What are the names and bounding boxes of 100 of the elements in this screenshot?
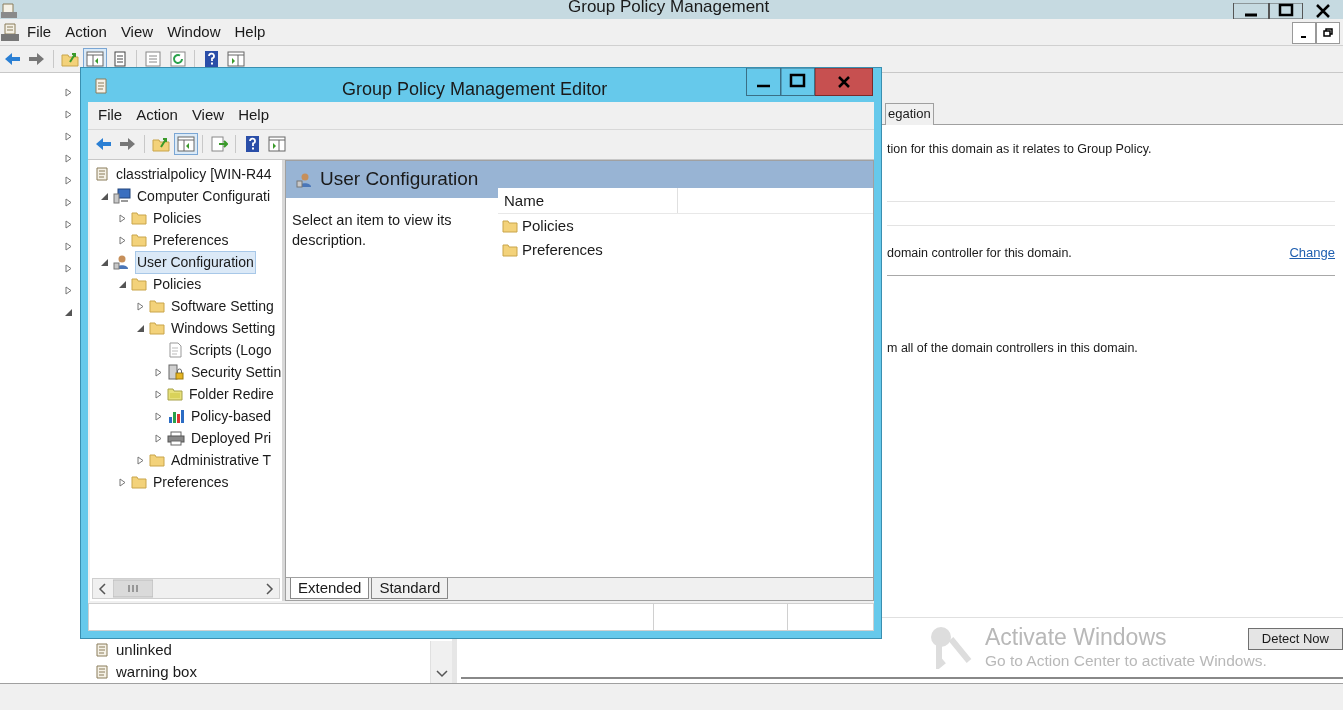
expand-arrow-icon[interactable]	[64, 153, 73, 163]
expand-arrow-icon[interactable]	[136, 301, 145, 311]
scroll-icon	[94, 642, 110, 658]
menu-item[interactable]: Window	[160, 21, 228, 44]
maximize-icon[interactable]	[781, 68, 815, 96]
list-item[interactable]: Policies	[522, 214, 574, 238]
scroll-icon	[93, 77, 109, 95]
expand-arrow-icon[interactable]	[64, 285, 73, 295]
tree-item[interactable]: Policy-based	[189, 404, 274, 428]
folder-icon	[131, 475, 147, 489]
help-icon	[202, 50, 220, 68]
tree-item[interactable]: Computer Configurati	[135, 184, 273, 208]
tab[interactable]: Extended	[290, 578, 370, 599]
tree-item[interactable]: Scripts (Logo	[187, 338, 274, 362]
server-lock-icon	[167, 364, 185, 380]
description-text: domain controller for this domain.	[887, 244, 1072, 262]
action-pane-icon	[227, 50, 245, 68]
expand-arrow-icon[interactable]	[154, 367, 163, 377]
tab[interactable]: Standard	[371, 578, 449, 599]
collapse-arrow-icon[interactable]	[118, 279, 127, 289]
collapse-arrow-icon[interactable]	[100, 257, 109, 267]
user-icon	[113, 254, 131, 270]
printer-icon	[167, 430, 185, 446]
computer-icon	[113, 188, 131, 204]
export-list-icon	[210, 134, 228, 153]
expand-arrow-icon[interactable]	[154, 411, 163, 421]
minimize-icon[interactable]	[1233, 3, 1269, 19]
menu-item[interactable]: File	[20, 21, 59, 44]
tree-item[interactable]: Preferences	[151, 228, 231, 252]
toolbar-button[interactable]	[174, 132, 198, 155]
expand-arrow-icon[interactable]	[64, 241, 73, 251]
properties-icon	[144, 50, 162, 68]
expand-arrow-icon[interactable]	[118, 213, 127, 223]
refresh-icon	[169, 50, 187, 68]
maximize-icon[interactable]	[1269, 3, 1303, 19]
tree-item[interactable]: Security Settin	[189, 360, 282, 384]
description-text: m all of the domain controllers in this domain.	[887, 339, 1138, 357]
folder-icon	[131, 233, 147, 247]
menu-item[interactable]: Help	[227, 21, 273, 44]
scrollbar[interactable]	[92, 578, 280, 599]
menu-item[interactable]: View	[184, 104, 232, 127]
back-arrow-icon	[3, 50, 21, 68]
collapse-arrow-icon[interactable]	[100, 191, 109, 201]
menu-item[interactable]: Action	[129, 104, 185, 127]
list-item[interactable]: Preferences	[522, 238, 603, 262]
tree-item[interactable]: Policies	[151, 206, 204, 230]
tree-item[interactable]: Software Setting	[169, 294, 276, 318]
scroll-thumb-icon[interactable]	[113, 579, 153, 598]
expand-arrow-icon[interactable]	[118, 235, 127, 245]
folder-icon	[149, 453, 165, 467]
detect-now-button[interactable]: Detect Now	[1247, 628, 1343, 650]
expand-arrow-icon[interactable]	[154, 389, 163, 399]
folder-icon	[131, 211, 147, 225]
change-link[interactable]: Change	[1289, 243, 1335, 263]
pane-title: User Configuration	[320, 167, 479, 192]
tree-item[interactable]: Administrative T	[169, 448, 274, 472]
menu-item[interactable]: Help	[231, 104, 276, 127]
menu-item[interactable]: Action	[58, 21, 114, 44]
tab[interactable]: egation	[885, 103, 934, 125]
clipboard-icon	[111, 50, 129, 68]
menu-item[interactable]: View	[113, 21, 161, 44]
console-icon	[0, 22, 20, 43]
expand-arrow-icon[interactable]	[64, 131, 73, 141]
expand-arrow-icon[interactable]	[64, 87, 73, 97]
user-icon	[296, 171, 314, 188]
expand-arrow-icon[interactable]	[64, 175, 73, 185]
folder-icon	[502, 243, 518, 257]
bar-chart-icon	[167, 408, 185, 424]
tree-item[interactable]: Windows Setting	[169, 316, 278, 340]
restore-icon[interactable]	[1316, 22, 1340, 44]
expand-arrow-icon[interactable]	[154, 433, 163, 443]
tree-item[interactable]: unlinked	[116, 638, 172, 662]
forward-arrow-icon	[28, 50, 46, 68]
tree-pane-icon	[86, 50, 104, 68]
tree-item[interactable]: classtrialpolicy [WIN-R44	[114, 162, 274, 186]
minimize-icon[interactable]	[746, 68, 781, 96]
tree-item[interactable]: User Configuration	[135, 250, 256, 274]
tree-item[interactable]: Policies	[151, 272, 204, 296]
toolbar-button[interactable]	[83, 48, 107, 70]
tree-item[interactable]: Preferences	[151, 470, 231, 494]
expand-arrow-icon[interactable]	[136, 455, 145, 465]
expand-arrow-icon[interactable]	[64, 197, 73, 207]
scrollbar[interactable]	[430, 641, 452, 683]
scroll-icon	[94, 166, 110, 182]
folder-icon	[167, 387, 183, 401]
toolbar-button[interactable]	[224, 48, 248, 70]
scroll-icon	[94, 664, 110, 680]
window-title: Group Policy Management Editor	[342, 78, 608, 101]
expand-arrow-icon[interactable]	[64, 219, 73, 229]
tree-item[interactable]: Folder Redire	[187, 382, 276, 406]
expand-arrow-icon[interactable]	[64, 263, 73, 273]
tree-item[interactable]: Deployed Pri	[189, 426, 274, 450]
expand-arrow-icon[interactable]	[64, 109, 73, 119]
tree-item[interactable]: warning box	[116, 660, 197, 684]
collapse-arrow-icon[interactable]	[64, 307, 73, 317]
menu-item[interactable]: File	[91, 104, 130, 127]
collapse-arrow-icon[interactable]	[136, 323, 145, 333]
activation-message: Go to Action Center to activate Windows.	[985, 652, 1267, 671]
expand-arrow-icon[interactable]	[118, 477, 127, 487]
action-pane-icon	[268, 134, 286, 153]
